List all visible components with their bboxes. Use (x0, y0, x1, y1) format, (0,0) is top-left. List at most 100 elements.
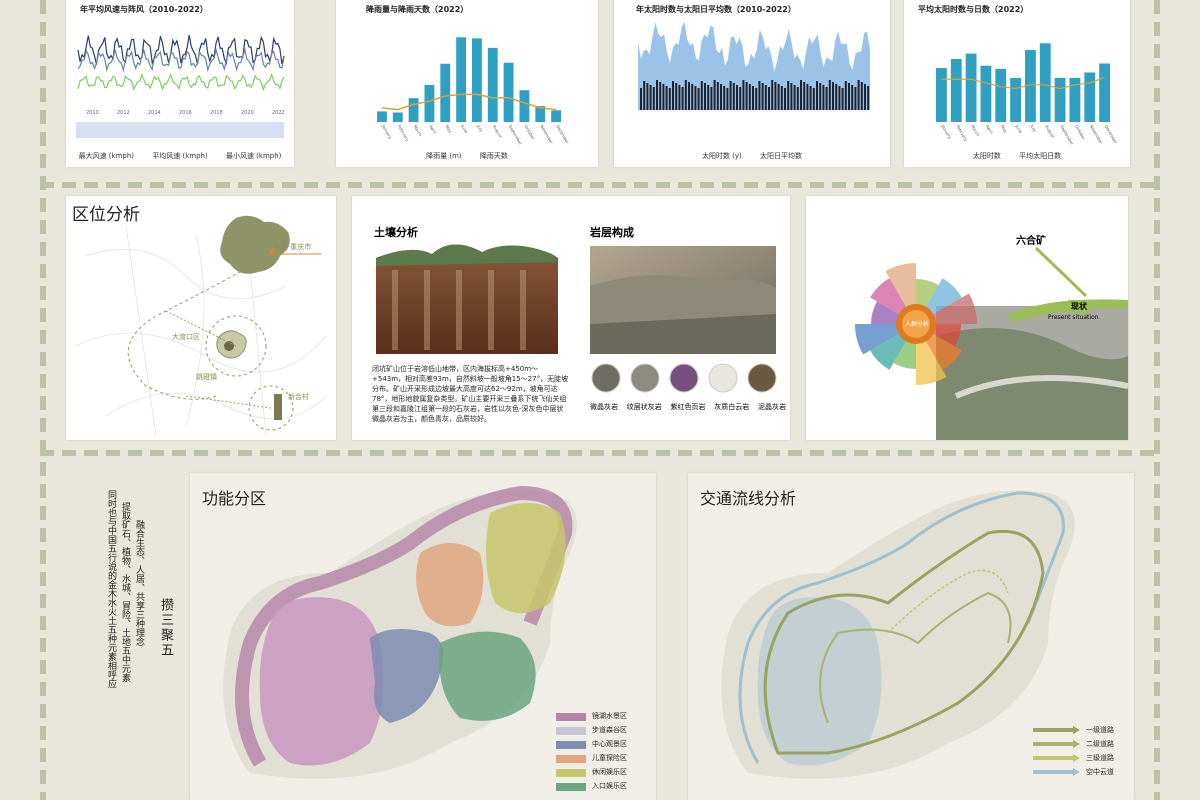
sunavg-bar (936, 68, 947, 122)
sun-day-bar (678, 85, 681, 110)
range-selector[interactable] (76, 122, 284, 138)
rock-label-1: 微晶灰岩 (590, 403, 618, 411)
sun-day-bar (793, 85, 796, 110)
rock-sample (630, 363, 660, 393)
dashed-border-left (40, 0, 46, 800)
fn-legend-label: 中心观景区 (592, 740, 627, 748)
label-dadukou: 大渡口区 (172, 333, 200, 341)
sun-day-bar (809, 86, 812, 110)
sun-day-bar (745, 82, 748, 110)
legend-max: 最大风速 (kmph) (78, 152, 135, 160)
sun-day-bar (700, 81, 703, 110)
sunavg-bar (965, 53, 977, 122)
legend-sundays: 太阳日平均数 (760, 152, 803, 160)
rain-category-tick: October (524, 124, 537, 141)
sunavg-category-tick: April (985, 124, 994, 134)
sun-day-bar (860, 82, 863, 110)
sunavg-bar (950, 59, 962, 122)
rock-sample (591, 363, 621, 393)
location-map (75, 215, 327, 437)
tr-legend-label: 三级道路 (1086, 754, 1114, 762)
zone-entrance (439, 631, 536, 721)
wind-year-tick: 2012 (117, 110, 130, 116)
rock-label-2: 纹层状灰岩 (626, 403, 662, 411)
sunavg-category-tick: February (955, 124, 969, 142)
rain-chart-title: 降雨量与降雨天数（2022） (366, 5, 469, 14)
wind-year-tick: 2010 (86, 110, 99, 116)
sun-day-bar (649, 85, 652, 110)
sun-day-bar (851, 85, 854, 110)
fn-legend-swatch (556, 741, 586, 749)
status-card: 人群分析 六合矿 现状 Present situation (806, 196, 1128, 440)
rock-labels: 微晶灰岩 纹层状灰岩 紫红色页岩 灰质白云岩 泥晶灰岩 (590, 402, 786, 412)
sun-day-bar (819, 83, 822, 110)
rock-label-5: 泥晶灰岩 (758, 403, 786, 411)
sun-day-bar (704, 83, 706, 110)
sunavg-category-tick: August (1044, 124, 1056, 139)
sun-day-bar (752, 86, 754, 110)
rock-label-4: 灰质白云岩 (714, 403, 750, 411)
hub-label: 人群分析 (905, 321, 930, 328)
sun-day-bar (796, 87, 799, 110)
sun-day-bar (768, 87, 770, 110)
zone-children (416, 543, 484, 627)
wind-chart: 2010 2012 2014 2016 2018 2020 2022 (76, 34, 285, 138)
sun-day-bar (646, 83, 649, 110)
sun-day-bar (736, 85, 738, 110)
rain-bar (392, 112, 403, 122)
sunavg-bar (1084, 72, 1096, 122)
rain-category-tick: July (476, 123, 485, 133)
tr-legend-label: 空中云道 (1086, 768, 1114, 776)
soil-description: 闭坑矿山位于岩溶低山地带，区内海拔标高+450m～+543m，相对高差93m，自… (372, 365, 569, 423)
legend-rainfall: 降雨量 (m) (426, 152, 462, 160)
concept-text-1: 融合生态、人居、共享三种理念 (134, 520, 144, 646)
rain-bar (440, 63, 451, 122)
sun-day-bar (729, 81, 732, 110)
sun-day-bar (787, 81, 790, 110)
sun-day-bar (790, 83, 793, 110)
fn-legend-label: 休闲娱乐区 (592, 768, 627, 776)
sun-day-bar (688, 82, 690, 110)
sunavg-category-tick: May (1000, 124, 1009, 134)
rain-category-tick: February (397, 124, 411, 142)
sunavg-bar (1054, 77, 1066, 122)
fn-legend-label: 镜湖水景区 (592, 712, 627, 720)
sun-day-bar (691, 84, 694, 110)
wind-max-line (77, 34, 285, 66)
sun-day-bar (803, 82, 806, 110)
sun-day-bar (822, 85, 825, 110)
dashed-border-right (1154, 0, 1160, 800)
sun-chart (638, 21, 870, 110)
wind-min-line (77, 72, 285, 92)
traffic-title: 交通流线分析 (700, 489, 797, 508)
dashed-divider-top (40, 182, 1160, 188)
rain-category-tick: January (381, 123, 394, 140)
sun-day-bar (848, 83, 850, 110)
sun-day-bar (652, 87, 655, 110)
rock-sample (669, 363, 699, 393)
rock-sample (747, 363, 777, 393)
soil-title: 土壤分析 (374, 226, 418, 239)
legend-sunavg-days: 平均太阳日数 (1019, 152, 1062, 160)
sunavg-bar (1010, 77, 1021, 122)
traffic-map (721, 490, 1080, 779)
rain-category-tick: September (508, 124, 524, 146)
sun-day-bar (681, 87, 684, 110)
rain-legend: 降雨量 (m) 降雨天数 (336, 151, 598, 161)
sun-day-bar (662, 84, 665, 110)
sun-day-bar (854, 87, 857, 110)
sun-day-bar (697, 88, 700, 110)
sun-day-bar (684, 80, 687, 110)
function-zoning-card: 功能分区 镜湖水景区 步道森谷区 中心观景区 儿童探险区 休闲娱乐区 入口娱乐区 (190, 473, 656, 800)
legend-sunavg-hours: 太阳时数 (972, 152, 1001, 160)
location-title: 区位分析 (72, 205, 140, 225)
sun-day-bar (816, 81, 818, 110)
rain-bar (503, 62, 514, 122)
fn-legend-label: 步道森谷区 (592, 726, 627, 734)
tr-legend-label: 一级道路 (1086, 726, 1114, 734)
wind-year-tick: 2016 (179, 110, 192, 116)
sun-day-bar (713, 80, 716, 110)
sun-day-bar (716, 82, 719, 110)
status-subtitle: Present situation (1048, 314, 1099, 321)
fn-legend-label: 儿童探险区 (592, 754, 627, 762)
